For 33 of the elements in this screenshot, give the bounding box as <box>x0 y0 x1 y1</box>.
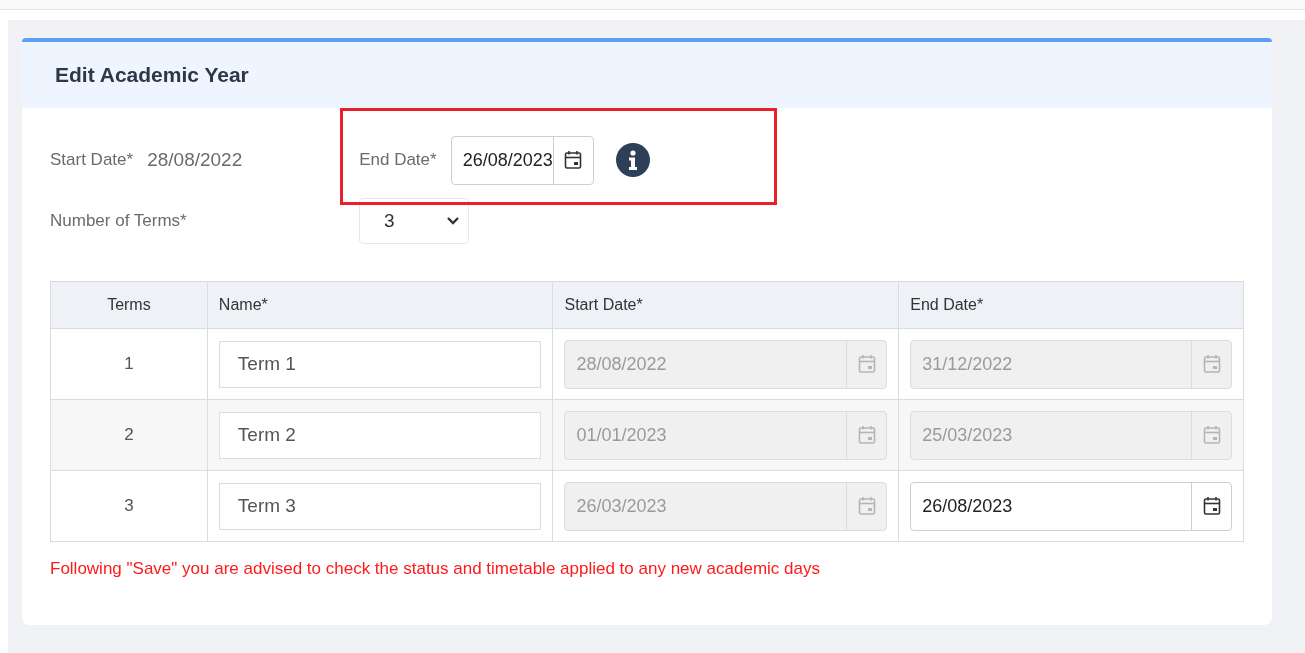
field-label: Number of Terms* <box>50 210 188 233</box>
input-field[interactable]: Term 1 <box>218 340 542 388</box>
field-label: End Date* <box>359 149 437 172</box>
field-label: Start Date* <box>50 149 134 172</box>
input-field[interactable]: Term 2 <box>218 411 542 459</box>
start-date-value: 28/08/2022 <box>147 147 244 172</box>
calendar-icon <box>857 425 876 445</box>
column-header: End Date* <box>898 281 1244 329</box>
form-title: Edit Academic Year <box>55 62 249 89</box>
terms-dropdown[interactable]: 3 <box>359 198 469 244</box>
column-header: Name* <box>207 281 553 329</box>
column-header: Start Date* <box>553 281 899 329</box>
date-field[interactable]: 26/08/2023 <box>910 481 1232 531</box>
warning-message: Following "Save" you are advised to check the status and timetable applied to any new academic days <box>50 558 821 580</box>
date-field: 26/03/2023 <box>564 481 888 531</box>
column-header: Terms <box>50 281 208 329</box>
calendar-icon <box>857 354 876 374</box>
date-field[interactable]: 26/08/2023 <box>450 135 594 185</box>
input-field[interactable]: Term 3 <box>218 482 542 530</box>
chevron-down-icon <box>446 216 460 226</box>
table-cell: 1 <box>50 328 208 400</box>
table-cell: 3 <box>50 470 208 542</box>
calendar-icon <box>1202 425 1221 445</box>
date-field: 01/01/2023 <box>564 410 888 460</box>
date-field: 28/08/2022 <box>564 339 888 389</box>
calendar-icon <box>1202 496 1221 516</box>
info-icon[interactable] <box>615 143 650 177</box>
calendar-icon <box>564 150 583 170</box>
calendar-icon <box>857 496 876 516</box>
date-field: 31/12/2022 <box>910 339 1232 389</box>
calendar-icon <box>1202 354 1221 374</box>
date-field: 25/03/2023 <box>910 410 1232 460</box>
table-cell: 2 <box>50 399 208 471</box>
